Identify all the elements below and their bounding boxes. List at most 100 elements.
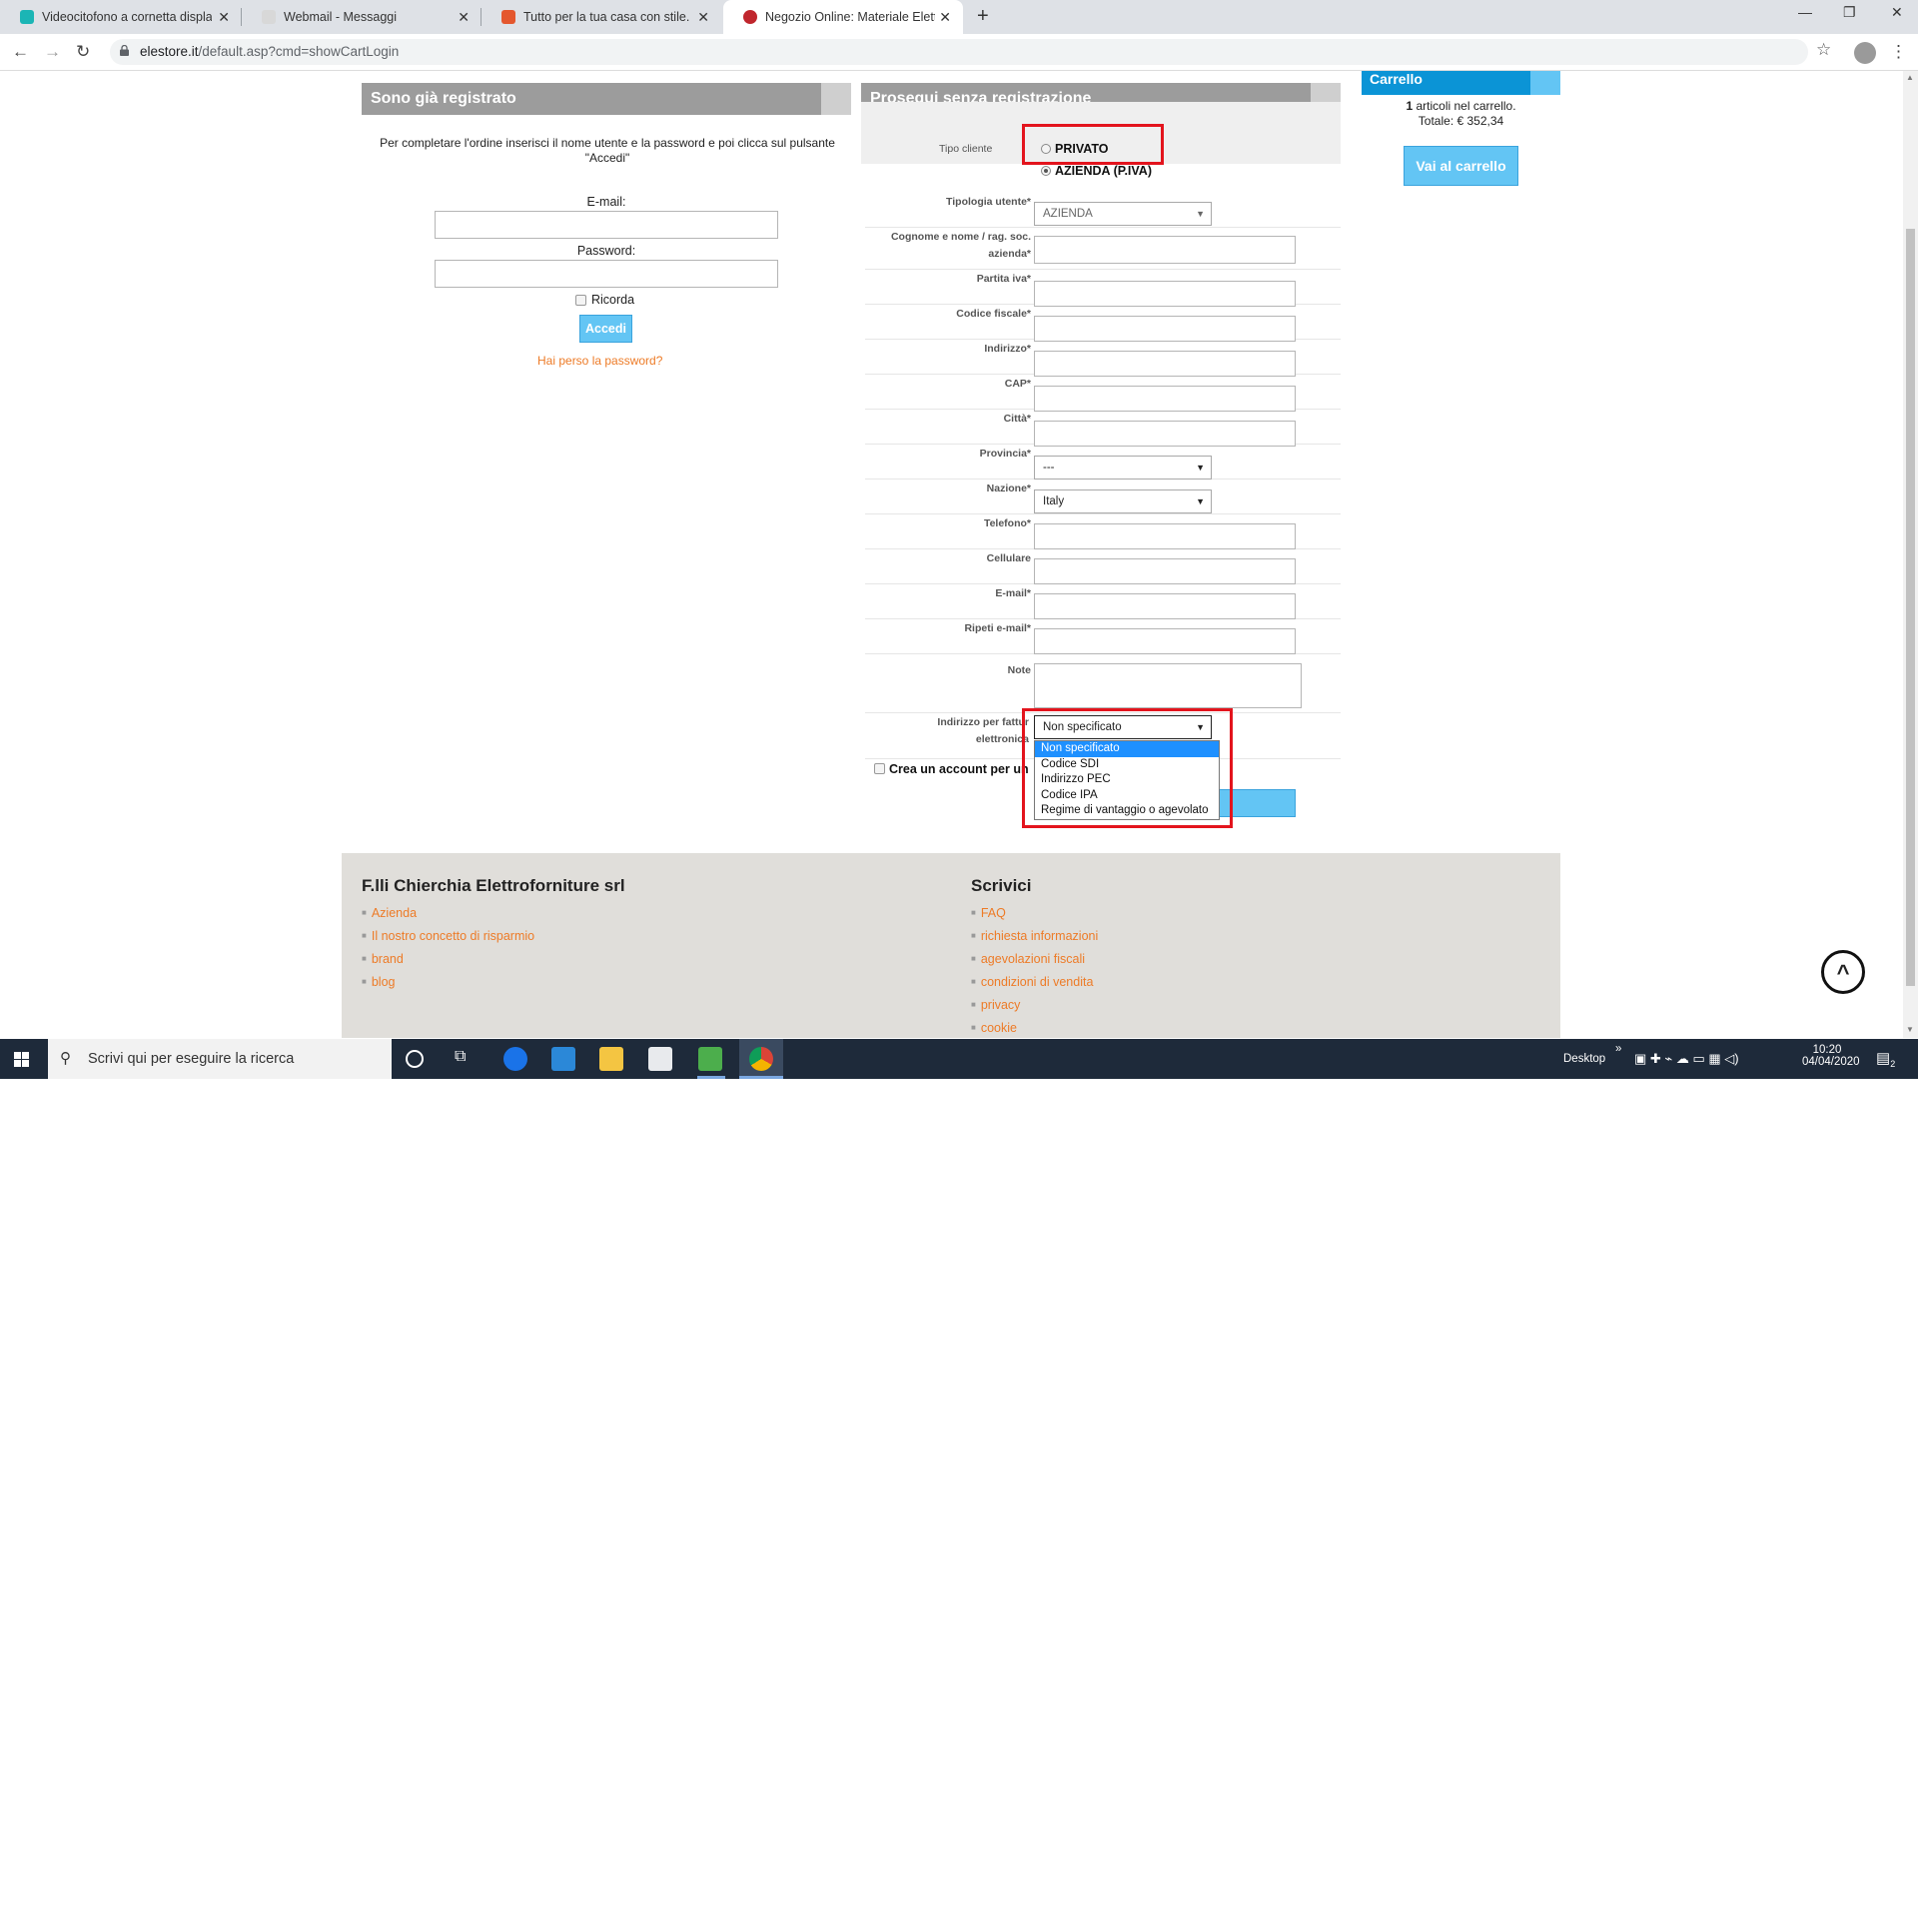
- footer-link[interactable]: Azienda: [362, 906, 534, 929]
- field-label: E-mail*: [995, 587, 1031, 599]
- field-label: Codice fiscale*: [956, 308, 1031, 320]
- partita-iva-input[interactable]: [1034, 281, 1296, 307]
- email-input[interactable]: [1034, 593, 1296, 619]
- tipologia-select[interactable]: AZIENDA ▼: [1034, 202, 1212, 226]
- footer-link[interactable]: richiesta informazioni: [971, 929, 1098, 952]
- footer-scrivici-links: FAQ richiesta informazioni agevolazioni …: [971, 906, 1098, 1038]
- new-tab-button[interactable]: +: [977, 5, 989, 28]
- clock[interactable]: 10:20 04/04/2020: [1802, 1044, 1860, 1068]
- tab-webmail[interactable]: Webmail - Messaggi ✕: [242, 0, 481, 34]
- cognome-input[interactable]: [1034, 236, 1296, 264]
- scrollbar-thumb[interactable]: [1906, 229, 1915, 986]
- screen: Videocitofono a cornetta display ✕ Webma…: [0, 0, 1918, 1079]
- highlight-box-privato: [1022, 124, 1164, 165]
- close-icon[interactable]: ✕: [458, 9, 470, 26]
- windows-start-icon[interactable]: [14, 1052, 29, 1067]
- radio-azienda[interactable]: [1041, 166, 1051, 176]
- footer-link[interactable]: blog: [362, 975, 534, 998]
- cortana-icon[interactable]: [406, 1050, 424, 1068]
- ripeti-email-input[interactable]: [1034, 628, 1296, 654]
- cart-total: Totale: € 352,34: [1418, 114, 1504, 128]
- desktop-toolbar-label[interactable]: Desktop: [1563, 1053, 1605, 1065]
- indirizzo-input[interactable]: [1034, 351, 1296, 377]
- tab-negozio-online[interactable]: Negozio Online: Materiale Elettri ✕: [723, 0, 963, 34]
- scroll-up-icon[interactable]: ▲: [1906, 73, 1914, 82]
- bookmark-star-icon[interactable]: ☆: [1816, 40, 1831, 60]
- minimize-icon[interactable]: —: [1798, 4, 1812, 20]
- forward-icon[interactable]: →: [44, 42, 61, 62]
- url-text: elestore.it/default.asp?cmd=showCartLogi…: [140, 44, 400, 59]
- mail-icon[interactable]: [551, 1047, 575, 1071]
- note-textarea[interactable]: [1034, 663, 1302, 708]
- close-icon[interactable]: ✕: [939, 9, 951, 26]
- active-indicator: [697, 1076, 725, 1079]
- search-placeholder: Scrivi qui per eseguire la ricerca: [88, 1051, 295, 1067]
- scroll-to-top-icon[interactable]: ^: [1821, 950, 1865, 994]
- footer-link[interactable]: cookie: [971, 1021, 1098, 1038]
- edge-icon[interactable]: [503, 1047, 527, 1071]
- file-explorer-icon[interactable]: [599, 1047, 623, 1071]
- footer-scrivici-title: Scrivici: [971, 876, 1032, 895]
- tab-favicon: [501, 10, 515, 24]
- profile-avatar[interactable]: [1854, 42, 1876, 64]
- scroll-down-icon[interactable]: ▼: [1906, 1025, 1914, 1034]
- address-bar: ← → ↻ elestore.it/default.asp?cmd=showCa…: [0, 34, 1918, 71]
- windows-taskbar: ⚲ Scrivi qui per eseguire la ricerca ⧉ D…: [0, 1039, 1918, 1079]
- accedi-button[interactable]: Accedi: [579, 315, 632, 343]
- field-label: Provincia*: [979, 448, 1031, 460]
- system-tray-icons[interactable]: ▣ ✚ ⌁ ☁ ▭ ▦ ◁): [1634, 1051, 1739, 1067]
- taskbar-search[interactable]: ⚲ Scrivi qui per eseguire la ricerca: [48, 1039, 392, 1079]
- telefono-input[interactable]: [1034, 523, 1296, 549]
- field-label: CAP*: [1004, 378, 1031, 390]
- field-label: Partita iva*: [976, 273, 1031, 285]
- cart-summary: 1 articoli nel carrello. Totale: € 352,3…: [1362, 99, 1560, 129]
- menu-icon[interactable]: ⋮: [1890, 42, 1907, 62]
- nazione-select[interactable]: Italy ▼: [1034, 489, 1212, 513]
- field-label: Nazione*: [986, 483, 1031, 494]
- remember-checkbox[interactable]: [575, 295, 586, 306]
- footer-link[interactable]: Il nostro concetto di risparmio: [362, 929, 534, 952]
- field-label: Telefono*: [983, 517, 1031, 529]
- lock-icon: [120, 45, 129, 56]
- email-label: E-mail:: [586, 195, 626, 209]
- app-icon[interactable]: [698, 1047, 722, 1071]
- footer-link[interactable]: privacy: [971, 998, 1098, 1021]
- back-icon[interactable]: ←: [12, 42, 29, 62]
- chevron-icon[interactable]: »: [1615, 1043, 1621, 1055]
- reload-icon[interactable]: ↻: [76, 42, 90, 62]
- notification-icon[interactable]: ▤2: [1876, 1049, 1895, 1069]
- login-password-input[interactable]: [435, 260, 778, 288]
- omnibox[interactable]: elestore.it/default.asp?cmd=showCartLogi…: [110, 39, 1808, 65]
- close-window-icon[interactable]: ✕: [1891, 4, 1903, 21]
- footer-company-links: Azienda Il nostro concetto di risparmio …: [362, 906, 534, 998]
- close-icon[interactable]: ✕: [218, 9, 230, 26]
- tab-title: Negozio Online: Materiale Elettri: [765, 10, 935, 24]
- footer-link[interactable]: agevolazioni fiscali: [971, 952, 1098, 975]
- page-content: Sono già registrato Per completare l'ord…: [0, 71, 1918, 1038]
- task-view-icon[interactable]: ⧉: [455, 1048, 466, 1066]
- cellulare-input[interactable]: [1034, 558, 1296, 584]
- scrollbar[interactable]: ▲ ▼: [1903, 71, 1918, 1038]
- tab-title: Webmail - Messaggi: [284, 10, 398, 24]
- field-label: Tipologia utente*: [946, 196, 1031, 208]
- vai-al-carrello-button[interactable]: Vai al carrello: [1404, 146, 1518, 186]
- tab-title: Tutto per la tua casa con stile. Sc: [523, 10, 693, 24]
- login-email-input[interactable]: [435, 211, 778, 239]
- footer-link[interactable]: FAQ: [971, 906, 1098, 929]
- chrome-icon: [749, 1047, 773, 1071]
- tab-tutto-per-casa[interactable]: Tutto per la tua casa con stile. Sc ✕: [481, 0, 721, 34]
- tab-videocitofono[interactable]: Videocitofono a cornetta display ✕: [0, 0, 242, 34]
- close-icon[interactable]: ✕: [697, 9, 709, 26]
- store-icon[interactable]: [648, 1047, 672, 1071]
- footer-link[interactable]: brand: [362, 952, 534, 975]
- clock-date: 04/04/2020: [1802, 1056, 1860, 1068]
- chrome-taskbar-button[interactable]: [739, 1039, 783, 1079]
- forgot-password-link[interactable]: Hai perso la password?: [537, 354, 662, 368]
- citta-input[interactable]: [1034, 421, 1296, 447]
- provincia-select[interactable]: --- ▼: [1034, 456, 1212, 480]
- cap-input[interactable]: [1034, 386, 1296, 412]
- footer-link[interactable]: condizioni di vendita: [971, 975, 1098, 998]
- codice-fiscale-input[interactable]: [1034, 316, 1296, 342]
- crea-account-checkbox[interactable]: [874, 763, 885, 774]
- restore-icon[interactable]: ❐: [1843, 4, 1856, 21]
